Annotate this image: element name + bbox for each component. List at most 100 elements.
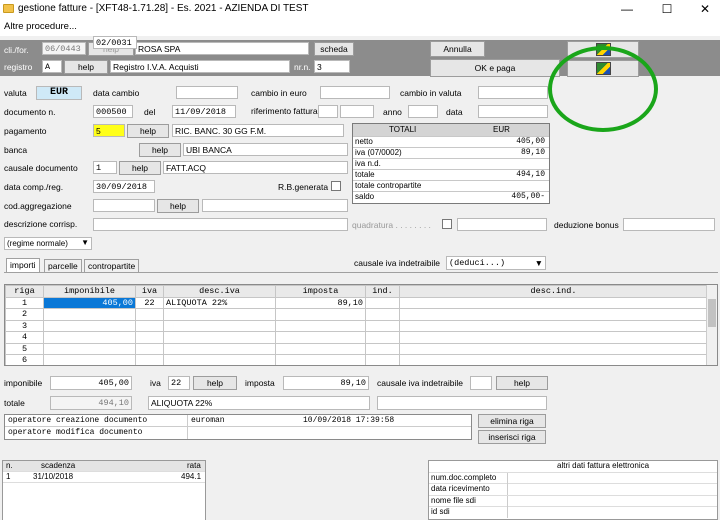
imponibile-field[interactable]: 405,00	[50, 376, 132, 390]
table-row[interactable]: 4	[5, 331, 708, 344]
grid-cell[interactable]	[275, 331, 366, 344]
table-row[interactable]: 2	[5, 308, 708, 321]
caus-iva-field[interactable]	[470, 376, 492, 390]
table-row[interactable]: 3	[5, 319, 708, 332]
grid-cell[interactable]	[365, 308, 400, 321]
grid-cell[interactable]	[399, 319, 708, 332]
grid-cell[interactable]	[275, 342, 366, 355]
close-button[interactable]: ✕	[690, 1, 720, 17]
cambio-euro-field[interactable]	[320, 86, 390, 99]
grid-cell[interactable]	[135, 308, 164, 321]
grid-cell[interactable]	[43, 342, 136, 355]
grid-cell[interactable]	[163, 308, 276, 321]
regime-select[interactable]: (regime normale) ▼	[4, 237, 92, 250]
table-row[interactable]: 1 31/10/2018 494.1	[3, 472, 205, 483]
grid-cell[interactable]	[43, 319, 136, 332]
grid-cell[interactable]: 3	[5, 319, 44, 332]
grid-cell[interactable]	[163, 319, 276, 332]
grid-cell[interactable]: 5	[5, 342, 44, 355]
deduzione-field[interactable]	[623, 218, 715, 231]
grid-cell[interactable]: 4	[5, 331, 44, 344]
grid-cell[interactable]	[135, 319, 164, 332]
grid-cell[interactable]	[43, 354, 136, 365]
table-row[interactable]: nome file sdi	[429, 495, 717, 507]
cli-code-field[interactable]: 06/0443	[42, 42, 86, 55]
cambio-valuta-field[interactable]	[478, 86, 548, 99]
ok-e-paga-button[interactable]: OK e paga	[430, 59, 560, 77]
data-comp-field[interactable]: 30/09/2018	[93, 180, 155, 193]
grid-cell[interactable]	[365, 342, 400, 355]
grid-cell[interactable]	[365, 319, 400, 332]
grid-cell[interactable]: 1	[5, 296, 44, 309]
banca-help-button[interactable]: help	[139, 143, 181, 157]
causale-help-button[interactable]: help	[119, 161, 161, 175]
cod-aggr-field[interactable]	[93, 199, 155, 212]
menu-altre-procedure[interactable]: Altre procedure...	[4, 21, 77, 32]
documento-field[interactable]: 000500	[93, 105, 133, 118]
grid-cell[interactable]	[399, 342, 708, 355]
quadratura-checkbox[interactable]	[442, 219, 452, 229]
rif-fattura-field-2[interactable]	[340, 105, 374, 118]
caus-iva-help-button[interactable]: help	[496, 376, 548, 390]
table-row[interactable]: id sdi	[429, 507, 717, 519]
quadratura-field[interactable]	[457, 218, 547, 231]
grid-cell[interactable]: 89,10	[275, 296, 366, 309]
grid-cell[interactable]: 6	[5, 354, 44, 365]
data-rif-field[interactable]	[478, 105, 548, 118]
scrollbar-thumb[interactable]	[708, 299, 716, 327]
grid-cell[interactable]	[163, 354, 276, 365]
data-cambio-field[interactable]	[176, 86, 238, 99]
rb-checkbox[interactable]	[331, 181, 341, 191]
cod-aggr-desc-field[interactable]	[202, 199, 348, 212]
pagamento-desc-field[interactable]: RIC. BANC. 30 GG F.M.	[172, 124, 344, 137]
grid-cell[interactable]	[135, 354, 164, 365]
pagamento-help-button[interactable]: help	[127, 124, 169, 138]
grid-cell-selected[interactable]: 405,00	[43, 296, 136, 309]
banca-desc-field[interactable]: UBI BANCA	[183, 143, 348, 156]
causale-code-field[interactable]: 1	[93, 161, 117, 174]
data-documento-field[interactable]: 11/09/2018	[172, 105, 236, 118]
grid-cell[interactable]	[135, 331, 164, 344]
grid-cell[interactable]	[43, 308, 136, 321]
tab-contropartite[interactable]: contropartite	[84, 259, 140, 272]
cli-name-field[interactable]: ROSA SPA	[135, 42, 309, 55]
registro-help-button[interactable]: help	[64, 60, 108, 74]
pagamento-code-field[interactable]: 5	[93, 124, 125, 137]
maximize-button[interactable]: ☐	[652, 1, 682, 17]
nr-field[interactable]: 3	[314, 60, 350, 73]
descr-corrisp-field[interactable]	[93, 218, 348, 231]
grid-cell[interactable]	[365, 331, 400, 344]
grid-cell[interactable]	[365, 296, 400, 309]
causale-iva-select[interactable]: (deduci...) ▼	[446, 256, 546, 270]
elimina-riga-button[interactable]: elimina riga	[478, 414, 546, 428]
banca-code-field[interactable]: 02/0031	[93, 36, 137, 49]
scheda-button[interactable]: scheda	[314, 42, 354, 56]
cod-aggr-help-button[interactable]: help	[157, 199, 199, 213]
table-row[interactable]: 6	[5, 354, 708, 365]
grid-scrollbar[interactable]	[706, 285, 717, 365]
grid-cell[interactable]	[399, 354, 708, 365]
grid-cell[interactable]	[275, 319, 366, 332]
grid-cell[interactable]	[275, 354, 366, 365]
grid-cell[interactable]	[365, 354, 400, 365]
grid-cell[interactable]	[399, 331, 708, 344]
minimize-button[interactable]: —	[612, 1, 642, 17]
inserisci-riga-button[interactable]: inserisci riga	[478, 430, 546, 444]
causale-desc-field[interactable]: FATT.ACQ	[163, 161, 348, 174]
grid-cell[interactable]	[399, 308, 708, 321]
anno-field[interactable]	[408, 105, 438, 118]
extra-field[interactable]	[377, 396, 547, 410]
iva-field[interactable]: 22	[168, 376, 190, 390]
grid-cell[interactable]	[163, 331, 276, 344]
grid-cell[interactable]	[399, 296, 708, 309]
righe-grid[interactable]: riga imponibile iva desc.iva imposta ind…	[4, 284, 718, 366]
grid-cell[interactable]: ALIQUOTA 22%	[163, 296, 276, 309]
grid-cell[interactable]	[163, 342, 276, 355]
grid-cell[interactable]	[43, 331, 136, 344]
valuta-field[interactable]: EUR	[36, 86, 82, 100]
grid-cell[interactable]	[135, 342, 164, 355]
rif-fattura-field-1[interactable]	[318, 105, 338, 118]
table-row[interactable]: 1 405,00 22 ALIQUOTA 22% 89,10	[5, 296, 708, 309]
table-row[interactable]: 5	[5, 342, 708, 355]
table-row[interactable]: data ricevimento	[429, 484, 717, 496]
